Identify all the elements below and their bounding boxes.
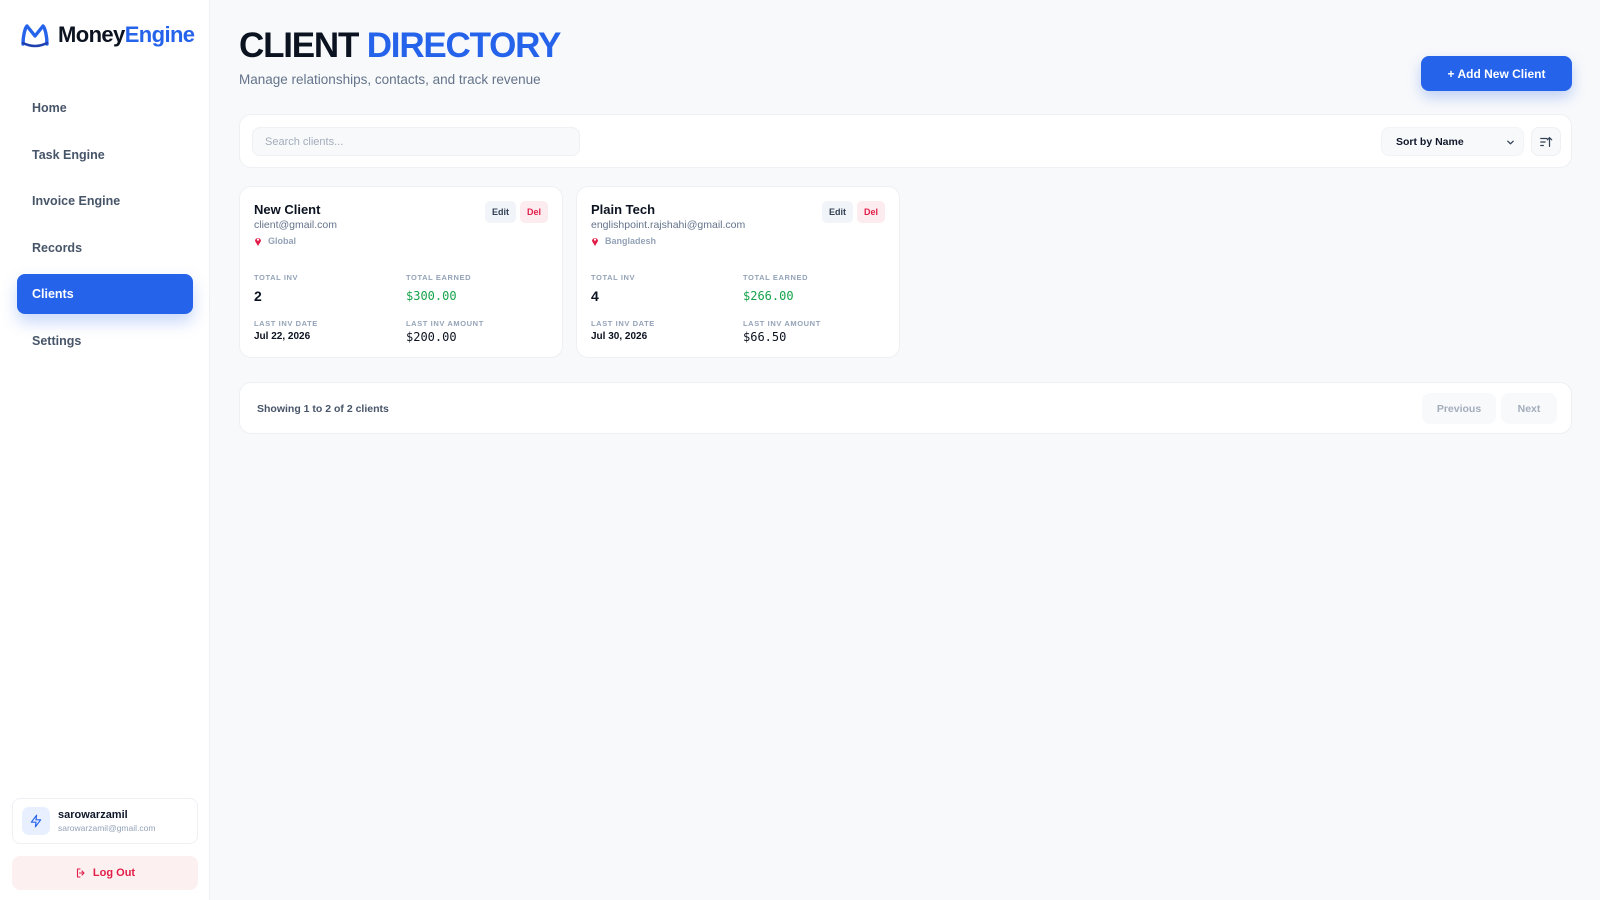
page-title: CLIENT DIRECTORY bbox=[239, 26, 561, 65]
client-name: Plain Tech bbox=[591, 202, 656, 217]
client-location: Bangladesh bbox=[591, 236, 656, 246]
user-profile-card[interactable]: sarowarzamil sarowarzamil@gmail.com bbox=[12, 798, 198, 844]
page-subtitle: Manage relationships, contacts, and trac… bbox=[239, 72, 541, 87]
sidebar-nav: Home Task Engine Invoice Engine Records … bbox=[17, 88, 193, 368]
filter-toolbar: Sort by Name bbox=[239, 114, 1572, 168]
total-earned-label: TOTAL EARNED bbox=[406, 273, 472, 282]
location-pin-icon bbox=[592, 238, 598, 246]
next-page-button[interactable]: Next bbox=[1501, 393, 1557, 424]
m-logo-icon bbox=[21, 24, 49, 48]
chevron-down-icon bbox=[1507, 140, 1514, 145]
avatar bbox=[22, 807, 50, 835]
card-actions: Edit Del bbox=[821, 201, 885, 223]
sidebar-item-settings[interactable]: Settings bbox=[17, 321, 193, 361]
pagination-summary: Showing 1 to 2 of 2 clients bbox=[257, 403, 389, 415]
sort-select-value: Sort by Name bbox=[1396, 135, 1464, 148]
app-logo[interactable]: MoneyEngine bbox=[20, 22, 195, 48]
user-email: sarowarzamil@gmail.com bbox=[58, 823, 156, 833]
app-name: MoneyEngine bbox=[58, 22, 195, 47]
client-name: New Client bbox=[254, 202, 321, 217]
sidebar-item-task-engine[interactable]: Task Engine bbox=[17, 135, 193, 175]
client-email: englishpoint.rajshahi@gmail.com bbox=[591, 219, 746, 231]
sidebar-item-clients[interactable]: Clients bbox=[17, 274, 193, 315]
sort-ascending-icon bbox=[1540, 136, 1553, 147]
total-earned-value: $300.00 bbox=[406, 289, 457, 303]
total-inv-label: TOTAL INV bbox=[591, 273, 636, 282]
lightning-icon bbox=[30, 814, 42, 828]
last-inv-amount-value: $200.00 bbox=[406, 330, 457, 344]
sort-direction-button[interactable] bbox=[1531, 127, 1561, 156]
total-inv-label: TOTAL INV bbox=[254, 273, 299, 282]
user-info: sarowarzamil sarowarzamil@gmail.com bbox=[58, 809, 155, 833]
client-email: client@gmail.com bbox=[254, 219, 338, 231]
sidebar: MoneyEngine Home Task Engine Invoice Eng… bbox=[0, 0, 210, 900]
sidebar-item-invoice-engine[interactable]: Invoice Engine bbox=[17, 181, 193, 221]
total-earned-label: TOTAL EARNED bbox=[743, 273, 809, 282]
sidebar-item-records[interactable]: Records bbox=[17, 228, 193, 268]
total-earned-value: $266.00 bbox=[743, 289, 794, 303]
client-location-label: Bangladesh bbox=[605, 236, 657, 246]
delete-client-button[interactable]: Del bbox=[519, 201, 548, 223]
last-inv-amount-label: LAST INV AMOUNT bbox=[743, 319, 821, 328]
last-inv-amount-value: $66.50 bbox=[743, 330, 787, 344]
user-name: sarowarzamil bbox=[58, 809, 128, 821]
edit-client-button[interactable]: Edit bbox=[484, 201, 516, 223]
edit-client-button[interactable]: Edit bbox=[821, 201, 853, 223]
total-inv-value: 2 bbox=[254, 288, 262, 304]
last-inv-date-value: Jul 30, 2026 bbox=[591, 331, 648, 342]
client-location-label: Global bbox=[268, 236, 297, 246]
pagination-bar: Showing 1 to 2 of 2 clients Previous Nex… bbox=[239, 382, 1572, 434]
logout-label: Log Out bbox=[92, 867, 136, 879]
last-inv-date-label: LAST INV DATE bbox=[254, 319, 318, 328]
last-inv-date-label: LAST INV DATE bbox=[591, 319, 655, 328]
location-pin-icon bbox=[255, 238, 261, 246]
client-card: New Client client@gmail.com Global Edit … bbox=[239, 186, 563, 358]
sidebar-item-home[interactable]: Home bbox=[17, 88, 193, 128]
card-actions: Edit Del bbox=[484, 201, 548, 223]
last-inv-amount-label: LAST INV AMOUNT bbox=[406, 319, 484, 328]
client-location: Global bbox=[254, 236, 296, 246]
logout-button[interactable]: Log Out bbox=[12, 856, 198, 890]
logout-icon bbox=[76, 868, 85, 878]
previous-page-button[interactable]: Previous bbox=[1422, 393, 1496, 424]
delete-client-button[interactable]: Del bbox=[856, 201, 885, 223]
add-new-client-button[interactable]: + Add New Client bbox=[1421, 56, 1572, 91]
client-card: Plain Tech englishpoint.rajshahi@gmail.c… bbox=[576, 186, 900, 358]
total-inv-value: 4 bbox=[591, 288, 599, 304]
search-input[interactable] bbox=[252, 127, 580, 156]
last-inv-date-value: Jul 22, 2026 bbox=[254, 331, 311, 342]
sort-select[interactable]: Sort by Name bbox=[1381, 127, 1524, 156]
